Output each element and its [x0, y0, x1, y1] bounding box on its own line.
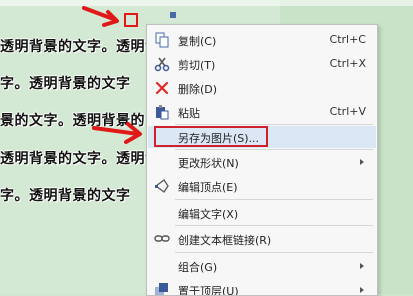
submenu-arrow-icon — [360, 159, 364, 165]
menu-item-label: 组合(G) — [178, 261, 218, 274]
menu-item-group[interactable]: 组合(G) — [148, 255, 376, 277]
menu-item-save-as-picture[interactable]: 另存为图片(S)... — [148, 126, 376, 148]
menu-item-change-shape[interactable]: 更改形状(N) — [148, 151, 376, 173]
context-menu: 复制(C) Ctrl+C 剪切(T) Ctrl+X 删除(D) 粘贴 Ctrl+… — [146, 24, 378, 296]
menu-separator — [175, 124, 373, 125]
annotation-arrow-icon — [92, 122, 142, 144]
menu-item-label: 另存为图片(S)... — [178, 132, 260, 145]
menu-item-delete[interactable]: 删除(D) — [148, 77, 376, 99]
document-text-line: 透明背景的文字。透明背 — [0, 39, 160, 55]
scissors-icon — [154, 57, 170, 72]
submenu-arrow-icon — [360, 263, 364, 269]
link-icon — [154, 235, 170, 242]
submenu-arrow-icon — [360, 287, 364, 293]
copy-icon — [155, 32, 169, 48]
menu-item-cut[interactable]: 剪切(T) Ctrl+X — [148, 53, 376, 75]
menu-item-label: 粘贴 — [178, 107, 200, 120]
menu-item-shortcut: Ctrl+V — [329, 105, 366, 118]
menu-separator — [175, 199, 373, 200]
document-text-line: 字。透明背景的文字 — [0, 76, 131, 92]
menu-separator — [175, 149, 373, 150]
menu-separator — [175, 225, 373, 226]
menu-item-bring-to-front[interactable]: 置于顶层(U) — [148, 279, 376, 296]
delete-x-icon — [155, 81, 169, 95]
menu-item-paste[interactable]: 粘贴 Ctrl+V — [148, 101, 376, 123]
menu-separator — [175, 252, 373, 253]
paste-icon — [156, 105, 169, 120]
document-text-line: 字。透明背景的文字 — [0, 188, 131, 204]
menu-item-label: 剪切(T) — [178, 59, 216, 72]
menu-item-label: 编辑文字(X) — [178, 208, 239, 221]
menu-item-label: 更改形状(N) — [178, 157, 239, 170]
menu-item-shortcut: Ctrl+X — [329, 57, 366, 70]
menu-item-edit-text[interactable]: 编辑文字(X) — [148, 202, 376, 224]
menu-item-shortcut: Ctrl+C — [329, 33, 366, 46]
menu-item-edit-points[interactable]: 编辑顶点(E) — [148, 175, 376, 197]
selected-textbox-marker[interactable] — [124, 13, 138, 27]
menu-item-copy[interactable]: 复制(C) Ctrl+C — [148, 29, 376, 51]
annotation-arrow-icon — [82, 6, 119, 27]
menu-item-label: 置于顶层(U) — [178, 285, 239, 296]
menu-item-label: 复制(C) — [178, 35, 217, 48]
menu-item-create-textbox-link[interactable]: 创建文本框链接(R) — [148, 228, 376, 250]
shape-resize-handle[interactable] — [170, 12, 176, 18]
menu-item-label: 编辑顶点(E) — [178, 181, 238, 194]
menu-item-label: 创建文本框链接(R) — [178, 234, 272, 247]
menu-item-label: 删除(D) — [178, 83, 218, 96]
document-text-line: 透明背景的文字。透明背 — [0, 151, 160, 167]
edit-points-icon — [154, 179, 169, 193]
document-top-edge — [0, 0, 413, 6]
